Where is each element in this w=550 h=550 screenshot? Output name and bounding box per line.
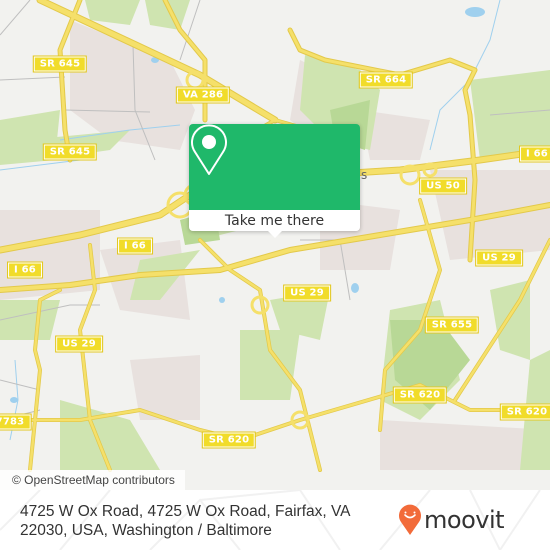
- route-shield-i66: I 66: [519, 145, 550, 163]
- route-shield-i66: I 66: [7, 261, 43, 279]
- route-shield-va286: VA 286: [175, 86, 231, 104]
- route-shield-7783: 7783: [0, 413, 32, 431]
- address-text: 4725 W Ox Road, 4725 W Ox Road, Fairfax,…: [20, 503, 350, 539]
- map-pin-icon: [191, 124, 227, 175]
- route-shield-us50: US 50: [419, 177, 467, 195]
- moovit-logo[interactable]: moovit: [398, 500, 505, 540]
- footer: 4725 W Ox Road, 4725 W Ox Road, Fairfax,…: [0, 490, 550, 550]
- route-shield-us29: US 29: [283, 284, 331, 302]
- map-view[interactable]: SR 645 SR 645 VA 286 SR 664 I 66 US 50 I…: [0, 0, 550, 490]
- popup-pointer: [268, 231, 282, 238]
- moovit-wordmark: moovit: [424, 506, 505, 534]
- map-attribution[interactable]: © OpenStreetMap contributors: [0, 470, 185, 490]
- route-shield-sr620: SR 620: [392, 386, 448, 404]
- route-shield-us29: US 29: [55, 335, 103, 353]
- route-shield-i66: I 66: [117, 237, 153, 255]
- location-popup: Take me there: [189, 124, 360, 238]
- route-shield-sr620: SR 620: [499, 403, 550, 421]
- route-shield-sr655: SR 655: [424, 316, 480, 334]
- route-shield-us29: US 29: [475, 249, 523, 267]
- moovit-pin-icon: [399, 504, 421, 535]
- place-label-fragment: s: [361, 168, 368, 182]
- route-shield-sr620: SR 620: [201, 431, 257, 449]
- popup-header: [189, 124, 360, 210]
- route-shield-sr645: SR 645: [42, 143, 98, 161]
- map-base-layer: [0, 0, 550, 472]
- route-shield-sr664: SR 664: [358, 71, 414, 89]
- route-shield-sr645: SR 645: [32, 55, 88, 73]
- take-me-there-button[interactable]: Take me there: [189, 210, 360, 231]
